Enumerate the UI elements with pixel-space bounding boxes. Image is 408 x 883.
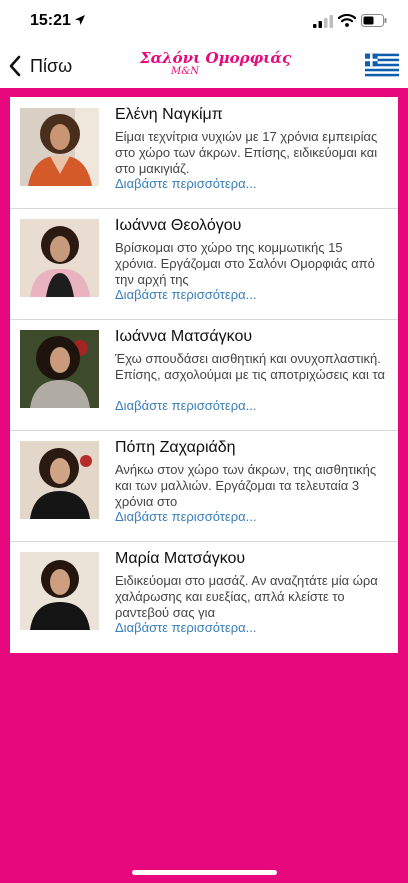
staff-list-item[interactable]: Ιωάννα Θεολόγου Βρίσκομαι στο χώρο της κ… bbox=[10, 208, 398, 320]
salon-logo: Σαλόνι Ομορφιάς M&N bbox=[140, 49, 292, 84]
logo-subtitle: M&N bbox=[171, 66, 199, 77]
back-button[interactable]: Πίσω bbox=[8, 53, 72, 79]
staff-description: Βρίσκομαι στο χώρο της κομμωτικής 15 χρό… bbox=[115, 240, 375, 287]
staff-list-item[interactable]: Πόπη Ζαχαριάδη Ανήκω στον χώρο των άκρων… bbox=[10, 430, 398, 542]
staff-name: Μαρία Ματσάγκου bbox=[115, 550, 246, 567]
staff-description: Είμαι τεχνίτρια νυχιών με 17 χρόνια εμπε… bbox=[115, 129, 378, 176]
staff-list-item[interactable]: Ελένη Ναγκίμπ Είμαι τεχνίτρια νυχιών με … bbox=[10, 97, 398, 209]
back-label: Πίσω bbox=[30, 55, 73, 76]
read-more-link[interactable]: Διαβάστε περισσότερα... bbox=[115, 620, 256, 635]
staff-description: Ειδικεύομαι στο μασάζ. Αν αναζητάτε μία … bbox=[115, 573, 378, 620]
read-more-link[interactable]: Διαβάστε περισσότερα... bbox=[115, 509, 256, 524]
greek-flag-language-icon[interactable] bbox=[365, 53, 399, 77]
staff-photo bbox=[20, 330, 99, 408]
home-indicator[interactable] bbox=[132, 870, 277, 875]
staff-name: Ελένη Ναγκίμπ bbox=[115, 106, 223, 123]
staff-name: Ιωάννα Θεολόγου bbox=[115, 217, 242, 234]
chevron-left-icon bbox=[9, 55, 21, 77]
battery-icon bbox=[361, 14, 387, 27]
staff-name: Πόπη Ζαχαριάδη bbox=[115, 439, 236, 456]
staff-photo bbox=[20, 108, 99, 186]
staff-photo bbox=[20, 441, 99, 519]
location-arrow-icon bbox=[75, 15, 85, 25]
staff-photo bbox=[20, 219, 99, 297]
staff-list-item[interactable]: Μαρία Ματσάγκου Ειδικεύομαι στο μασάζ. Α… bbox=[10, 541, 398, 652]
status-time: 15:21 bbox=[30, 12, 71, 29]
status-bar: 15:21 bbox=[0, 0, 408, 44]
read-more-link[interactable]: Διαβάστε περισσότερα... bbox=[115, 176, 256, 191]
staff-list: Ελένη Ναγκίμπ Είμαι τεχνίτρια νυχιών με … bbox=[10, 97, 398, 653]
staff-description: Ανήκω στον χώρο των άκρων, της αισθητική… bbox=[115, 462, 377, 509]
navigation-bar: Πίσω Σαλόνι Ομορφιάς M&N bbox=[0, 44, 408, 88]
staff-name: Ιωάννα Ματσάγκου bbox=[115, 328, 253, 345]
logo-title: Σαλόνι Ομορφιάς bbox=[140, 49, 292, 67]
staff-description: Έχω σπουδάσει αισθητική και ονυχοπλαστικ… bbox=[115, 351, 385, 382]
read-more-link[interactable]: Διαβάστε περισσότερα... bbox=[115, 287, 256, 302]
staff-list-item[interactable]: Ιωάννα Ματσάγκου Έχω σπουδάσει αισθητική… bbox=[10, 319, 398, 431]
read-more-link[interactable]: Διαβάστε περισσότερα... bbox=[115, 398, 256, 413]
wifi-icon bbox=[338, 13, 356, 27]
cellular-signal-icon bbox=[313, 15, 333, 28]
staff-photo bbox=[20, 552, 99, 630]
